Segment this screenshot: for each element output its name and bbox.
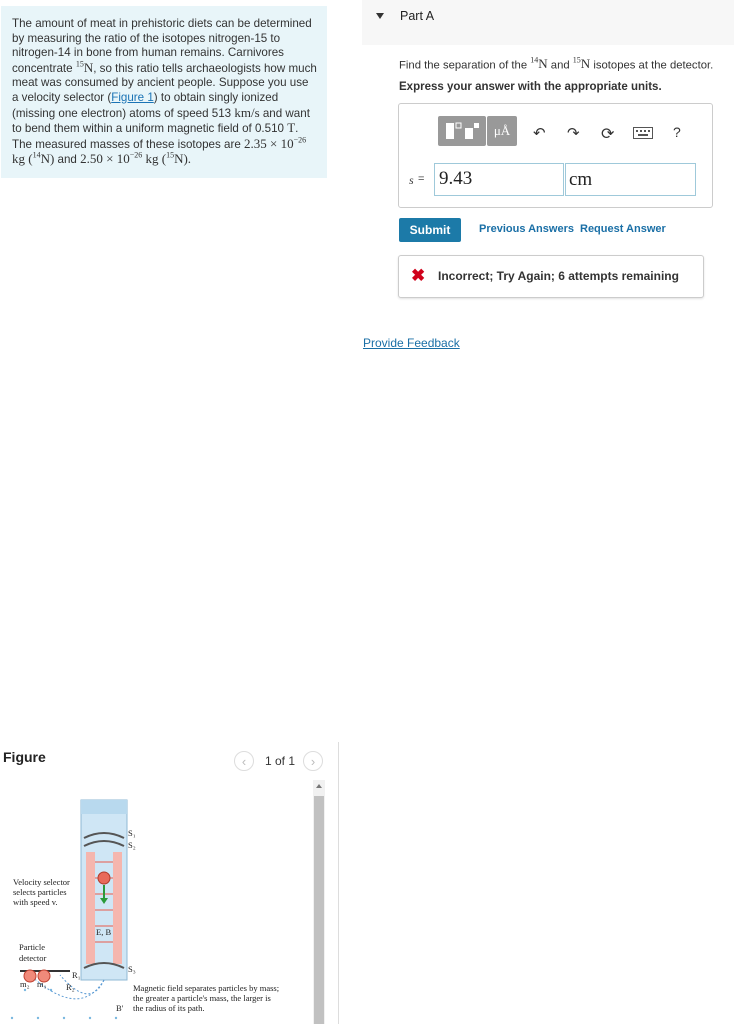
exponent-2: −26 — [129, 151, 143, 161]
isotope-symbol: N — [538, 56, 548, 72]
magnetic-note-3: the radius of its path. — [133, 1003, 205, 1013]
scrollbar-thumb[interactable] — [314, 796, 324, 1024]
s3-label: S₃ — [128, 964, 136, 974]
isotope-symbol: N — [580, 56, 591, 72]
figure-scrollbar[interactable] — [313, 780, 325, 1024]
velocity-selector-label-2: selects particles — [13, 887, 67, 897]
isotope-superscript: 14 — [32, 151, 41, 161]
keyboard-svg — [633, 127, 653, 139]
caret-down-icon[interactable] — [376, 13, 384, 19]
r1-label: R₁ — [72, 970, 81, 980]
pager-count: 1 of 1 — [265, 754, 296, 768]
particle — [97, 871, 111, 885]
unit-kg: kg ( — [142, 151, 167, 167]
question-post: isotopes at the detector. — [590, 59, 714, 72]
magnetic-note-2: the greater a particle's mass, the large… — [133, 993, 271, 1003]
speed-unit: km/s — [234, 104, 260, 120]
instruction-text: Express your answer with the appropriate… — [399, 81, 662, 93]
figure-pager: ‹ 1 of 1 › — [234, 750, 324, 772]
figure-divider — [338, 742, 339, 1024]
keyboard-icon[interactable] — [633, 126, 653, 144]
units-button[interactable]: μÅ — [487, 116, 517, 146]
magnetic-note-1: Magnetic field separates particles by ma… — [133, 983, 279, 993]
unit-kg: kg ( — [12, 151, 33, 167]
variable-label: s — [409, 173, 414, 187]
isotope-symbol: N) — [40, 151, 55, 167]
positive-plate — [86, 852, 95, 964]
unit-input[interactable]: cm — [565, 163, 696, 196]
scroll-up-icon[interactable] — [316, 784, 322, 788]
templates-icon — [446, 122, 479, 139]
figure-title: Figure — [3, 749, 46, 765]
m1-label: m₁ — [37, 979, 47, 989]
isotope-symbol: N). — [174, 151, 192, 167]
feedback-message: Incorrect; Try Again; 6 attempts remaini… — [438, 269, 679, 283]
velocity-selector-label-3: with speed v. — [13, 897, 58, 907]
isotope-superscript: 15 — [166, 151, 175, 161]
submit-button[interactable]: Submit — [399, 218, 461, 242]
tube-top — [81, 800, 127, 814]
chevron-left-icon[interactable]: ‹ — [234, 751, 254, 771]
field-unit: T — [287, 120, 296, 136]
templates-button[interactable] — [438, 116, 486, 146]
previous-answers-link[interactable]: Previous Answers — [479, 223, 574, 235]
value-input[interactable]: 9.43 — [434, 163, 564, 196]
undo-icon[interactable]: ↶ — [533, 124, 546, 142]
mass-1: 2.35 × 10 — [244, 135, 294, 151]
help-button[interactable]: ? — [673, 124, 681, 140]
s1-label: S₁ — [128, 828, 136, 838]
question-text: Find the separation of the 14N and 15N i… — [399, 56, 713, 72]
problem-statement: The amount of meat in prehistoric diets … — [1, 6, 327, 178]
isotope-superscript: 15 — [75, 59, 84, 69]
conjunction: and — [54, 153, 81, 167]
velocity-selector-diagram: Velocity selector selects particles with… — [10, 799, 279, 1020]
negative-plate — [113, 852, 122, 964]
eb-label: E, B — [96, 927, 111, 937]
redo-icon[interactable]: ↷ — [567, 124, 580, 142]
part-a-title[interactable]: Part A — [400, 9, 434, 23]
r2-label: R₂ — [66, 982, 75, 992]
question-pre: Find the separation of the — [399, 59, 531, 72]
exponent-1: −26 — [293, 135, 307, 145]
isotope-superscript: 15 — [572, 56, 581, 65]
provide-feedback-link[interactable]: Provide Feedback — [363, 336, 460, 350]
particle-detector-label-2: detector — [19, 953, 47, 963]
reset-icon[interactable]: ⟳ — [601, 124, 614, 144]
request-answer-link[interactable]: Request Answer — [580, 223, 666, 235]
magnetic-field-dots — [10, 988, 118, 1020]
m2-label: m₂ — [20, 979, 30, 989]
error-x-icon: ✖ — [411, 266, 426, 285]
s2-label: S₂ — [128, 840, 136, 850]
velocity-selector-label-1: Velocity selector — [13, 877, 70, 887]
particle-detector-label-1: Particle — [19, 942, 45, 952]
chevron-right-icon[interactable]: › — [303, 751, 324, 771]
mass-2: 2.50 × 10 — [80, 151, 130, 167]
equals-sign: = — [418, 173, 425, 185]
question-mid: and — [547, 59, 573, 72]
isotope-symbol: N — [83, 59, 94, 75]
figure-link[interactable]: Figure 1 — [111, 91, 154, 104]
b-prime-label: B′ — [116, 1003, 124, 1013]
